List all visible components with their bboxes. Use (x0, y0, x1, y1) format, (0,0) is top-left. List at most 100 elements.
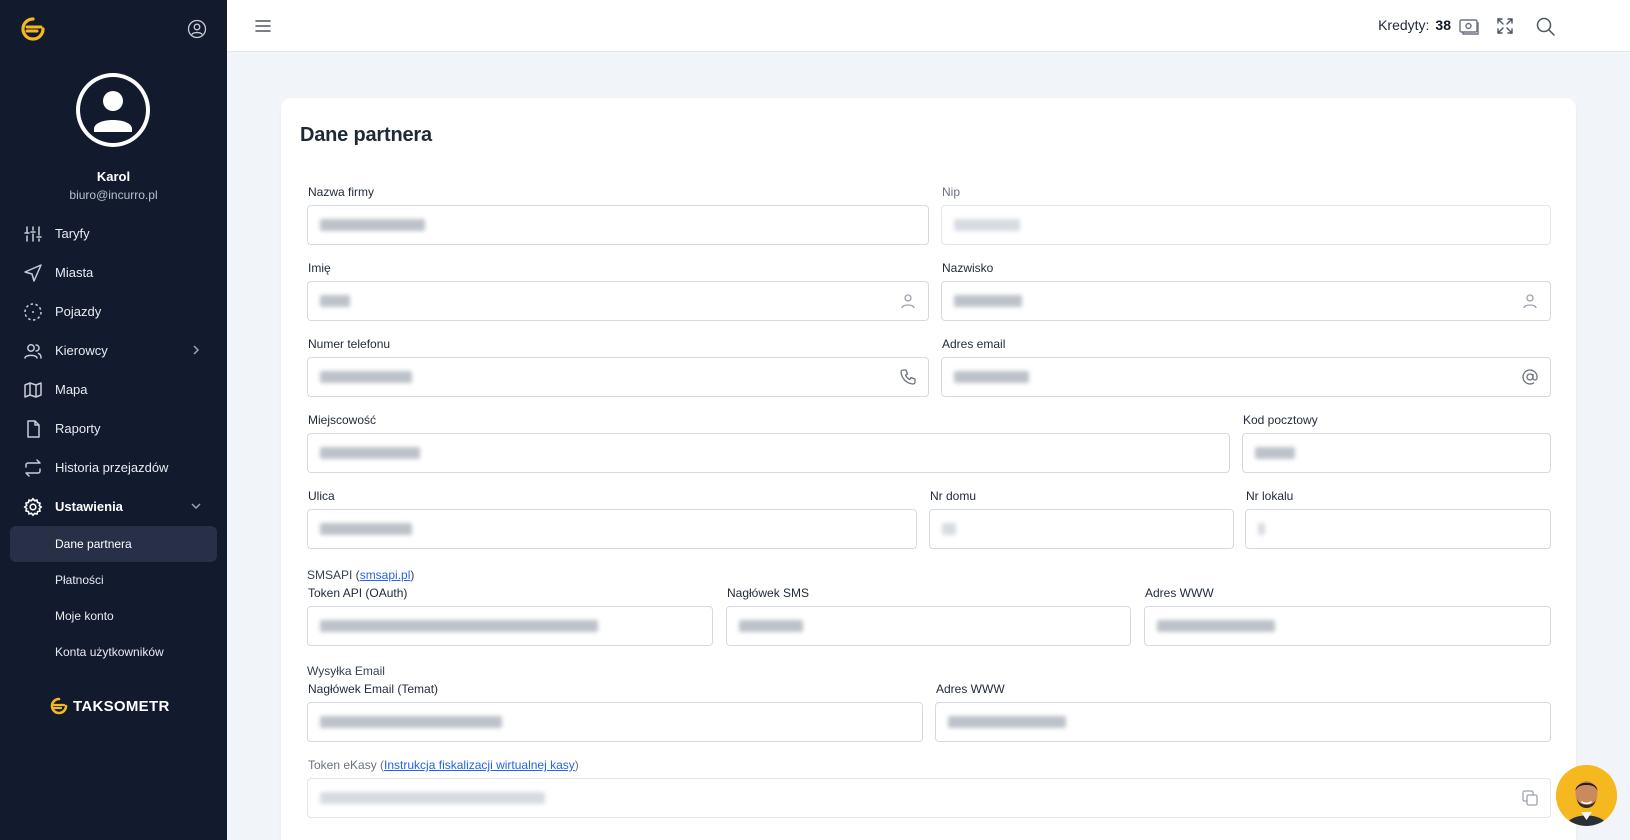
nav-item-miasta[interactable]: Miasta (0, 253, 227, 292)
ekasy-instruction-link[interactable]: Instrukcja fiskalizacji wirtualnej kasy (384, 758, 575, 772)
field-label: Adres WWW (1145, 586, 1214, 600)
field-token-ekasy: Token eKasy (Instrukcja fiskalizacji wir… (307, 758, 1551, 818)
partner-card: Dane partnera Nazwa firmy Nip Imię Nazwi… (281, 98, 1576, 840)
token-ekasy-input (307, 778, 1551, 818)
wysylka-email-label: Wysyłka Email (307, 664, 385, 678)
user-icon (901, 294, 915, 309)
nazwisko-input[interactable] (941, 281, 1551, 321)
field-numer-telefonu: Numer telefonu (307, 337, 929, 397)
topbar: Kredyty: 38 (227, 0, 1630, 52)
focus-icon (23, 302, 43, 322)
subnav-item-platnosci[interactable]: Płatności (10, 562, 217, 598)
menu-icon[interactable] (254, 17, 272, 35)
adres-www-email-input[interactable] (935, 702, 1551, 742)
search-icon[interactable] (1536, 17, 1555, 36)
field-label: Nr domu (930, 489, 977, 503)
field-label: Nazwa firmy (308, 185, 375, 199)
copy-icon[interactable] (1521, 789, 1539, 807)
field-miejscowosc: Miejscowość (307, 413, 1230, 473)
brand-logo: TAKSOMETR (49, 697, 170, 715)
field-label: Imię (308, 261, 331, 275)
nip-input (941, 205, 1551, 245)
field-kod-pocztowy: Kod pocztowy (1242, 413, 1551, 473)
field-label: Token API (OAuth) (308, 586, 408, 600)
nav-label: Raporty (55, 421, 101, 436)
fullscreen-icon[interactable] (1496, 17, 1514, 35)
at-sign-icon (1522, 369, 1538, 385)
field-adres-www-email: Adres WWW (935, 682, 1551, 742)
nav-item-ustawienia[interactable]: Ustawienia (0, 487, 227, 526)
person-icon (94, 91, 132, 132)
nav-item-taryfy[interactable]: Taryfy (0, 214, 227, 253)
field-label: Nr lokalu (1246, 489, 1294, 503)
miejscowosc-input[interactable] (307, 433, 1230, 473)
avatar[interactable] (76, 73, 150, 147)
field-adres-www-sms: Adres WWW (1144, 586, 1551, 646)
nav-label: Taryfy (55, 226, 90, 241)
nav-label: Pojazdy (55, 304, 102, 319)
nav-item-mapa[interactable]: Mapa (0, 370, 227, 409)
field-label: Kod pocztowy (1243, 413, 1318, 427)
field-label: Miejscowość (308, 413, 377, 427)
file-icon (23, 419, 43, 439)
ekasy-suffix: ) (574, 758, 579, 772)
nr-lokalu-input[interactable] (1245, 509, 1551, 549)
support-chat-avatar[interactable] (1556, 765, 1617, 826)
navigation-icon (23, 263, 43, 283)
brand-logo-icon (50, 697, 68, 715)
phone-icon (900, 369, 916, 385)
nazwa-firmy-input[interactable] (307, 205, 929, 245)
nav-label: Kierowcy (55, 343, 108, 358)
field-label: Adres email (942, 337, 1006, 351)
field-label: Nip (942, 185, 961, 199)
nav-label: Miasta (55, 265, 94, 280)
sidebar: Karol biuro@incurro.pl Taryfy Miasta Poj… (0, 0, 227, 840)
nav-item-pojazdy[interactable]: Pojazdy (0, 292, 227, 331)
field-label: Ulica (308, 489, 335, 503)
adres-www-sms-input[interactable] (1144, 606, 1551, 646)
field-nr-lokalu: Nr lokalu (1245, 489, 1551, 549)
nav-item-raporty[interactable]: Raporty (0, 409, 227, 448)
kod-pocztowy-input[interactable] (1242, 433, 1551, 473)
nav-label: Mapa (55, 382, 88, 397)
settings-submenu: Dane partnera Płatności Moje konto Konta… (0, 526, 227, 670)
ulica-input[interactable] (307, 509, 917, 549)
field-naglowek-email: Nagłówek Email (Temat) (307, 682, 923, 742)
credits-value: 38 (1435, 17, 1451, 33)
subnav-item-moje-konto[interactable]: Moje konto (10, 598, 217, 634)
smsapi-link[interactable]: smsapi.pl (360, 568, 411, 582)
naglowek-sms-input[interactable] (726, 606, 1131, 646)
ekasy-label: Token eKasy (Instrukcja fiskalizacji wir… (308, 758, 579, 772)
telefon-input[interactable] (307, 357, 929, 397)
field-imie: Imię (307, 261, 929, 321)
logo-icon[interactable] (20, 16, 46, 42)
credits-label: Kredyty: (1378, 17, 1430, 33)
field-label: Nazwisko (942, 261, 994, 275)
credits: Kredyty: 38 (1378, 17, 1451, 33)
gear-icon (23, 497, 43, 517)
naglowek-email-input[interactable] (307, 702, 923, 742)
subnav-item-konta-uzytkownikow[interactable]: Konta użytkowników (10, 634, 217, 670)
token-api-input[interactable] (307, 606, 713, 646)
users-icon (23, 341, 43, 361)
ekasy-prefix: Token eKasy ( (308, 758, 385, 772)
field-nazwa-firmy: Nazwa firmy (307, 185, 929, 245)
imie-input[interactable] (307, 281, 929, 321)
nav-item-historia[interactable]: Historia przejazdów (0, 448, 227, 487)
smsapi-section-label: SMSAPI (smsapi.pl) (307, 568, 414, 582)
field-label: Nagłówek SMS (727, 586, 810, 600)
field-nr-domu: Nr domu (929, 489, 1234, 549)
email-input[interactable] (941, 357, 1551, 397)
wallet-icon[interactable] (1458, 16, 1480, 36)
smsapi-prefix: SMSAPI ( (307, 568, 360, 582)
user-email: biuro@incurro.pl (69, 188, 158, 202)
field-label: Adres WWW (936, 682, 1005, 696)
nav-item-kierowcy[interactable]: Kierowcy (0, 331, 227, 370)
field-nazwisko: Nazwisko (941, 261, 1551, 321)
subnav-item-dane-partnera[interactable]: Dane partnera (10, 526, 217, 562)
user-circle-icon[interactable] (187, 19, 207, 39)
support-agent-avatar-icon (1556, 765, 1617, 826)
field-label: Nagłówek Email (Temat) (308, 682, 439, 696)
nr-domu-input[interactable] (929, 509, 1234, 549)
brand-name: TAKSOMETR (73, 697, 170, 715)
